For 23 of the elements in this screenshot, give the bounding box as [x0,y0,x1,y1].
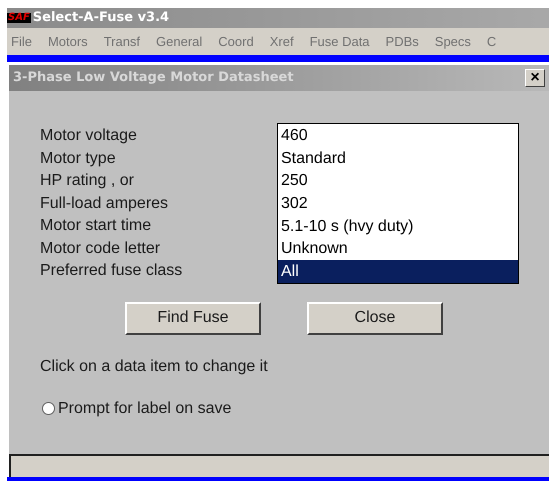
field-label: Full-load amperes [40,194,170,214]
list-item[interactable]: 250 [278,169,518,192]
app-logo: SAF [7,13,31,23]
field-label: Preferred fuse class [40,261,184,281]
field-label: Motor code letter [40,238,162,258]
field-label: Motor start time [40,216,152,236]
field-label: Motor voltage [40,126,138,146]
list-item[interactable]: 460 [278,124,518,147]
field-label: Motor type [40,148,117,168]
hint-text: Click on a data item to change it [40,356,269,377]
list-item[interactable]: Unknown [278,237,518,260]
close-button[interactable]: × [525,69,545,87]
app-title: Select-A-Fuse v3.4 [32,9,170,28]
list-item[interactable]: 302 [278,192,518,215]
list-item[interactable]: 5.1-10 s (hvy duty) [278,214,518,238]
list-item[interactable]: All [278,260,518,283]
dialog-button[interactable]: Close [307,302,443,335]
option-label[interactable]: Prompt for label on save [58,396,232,421]
list-item[interactable]: Standard [278,146,518,170]
dialog-title: 3-Phase Low Voltage Motor Datasheet [13,69,294,88]
field-label: HP rating , or [40,171,135,191]
dialog-button[interactable]: Find Fuse [125,302,261,335]
radio-button[interactable] [42,402,55,416]
